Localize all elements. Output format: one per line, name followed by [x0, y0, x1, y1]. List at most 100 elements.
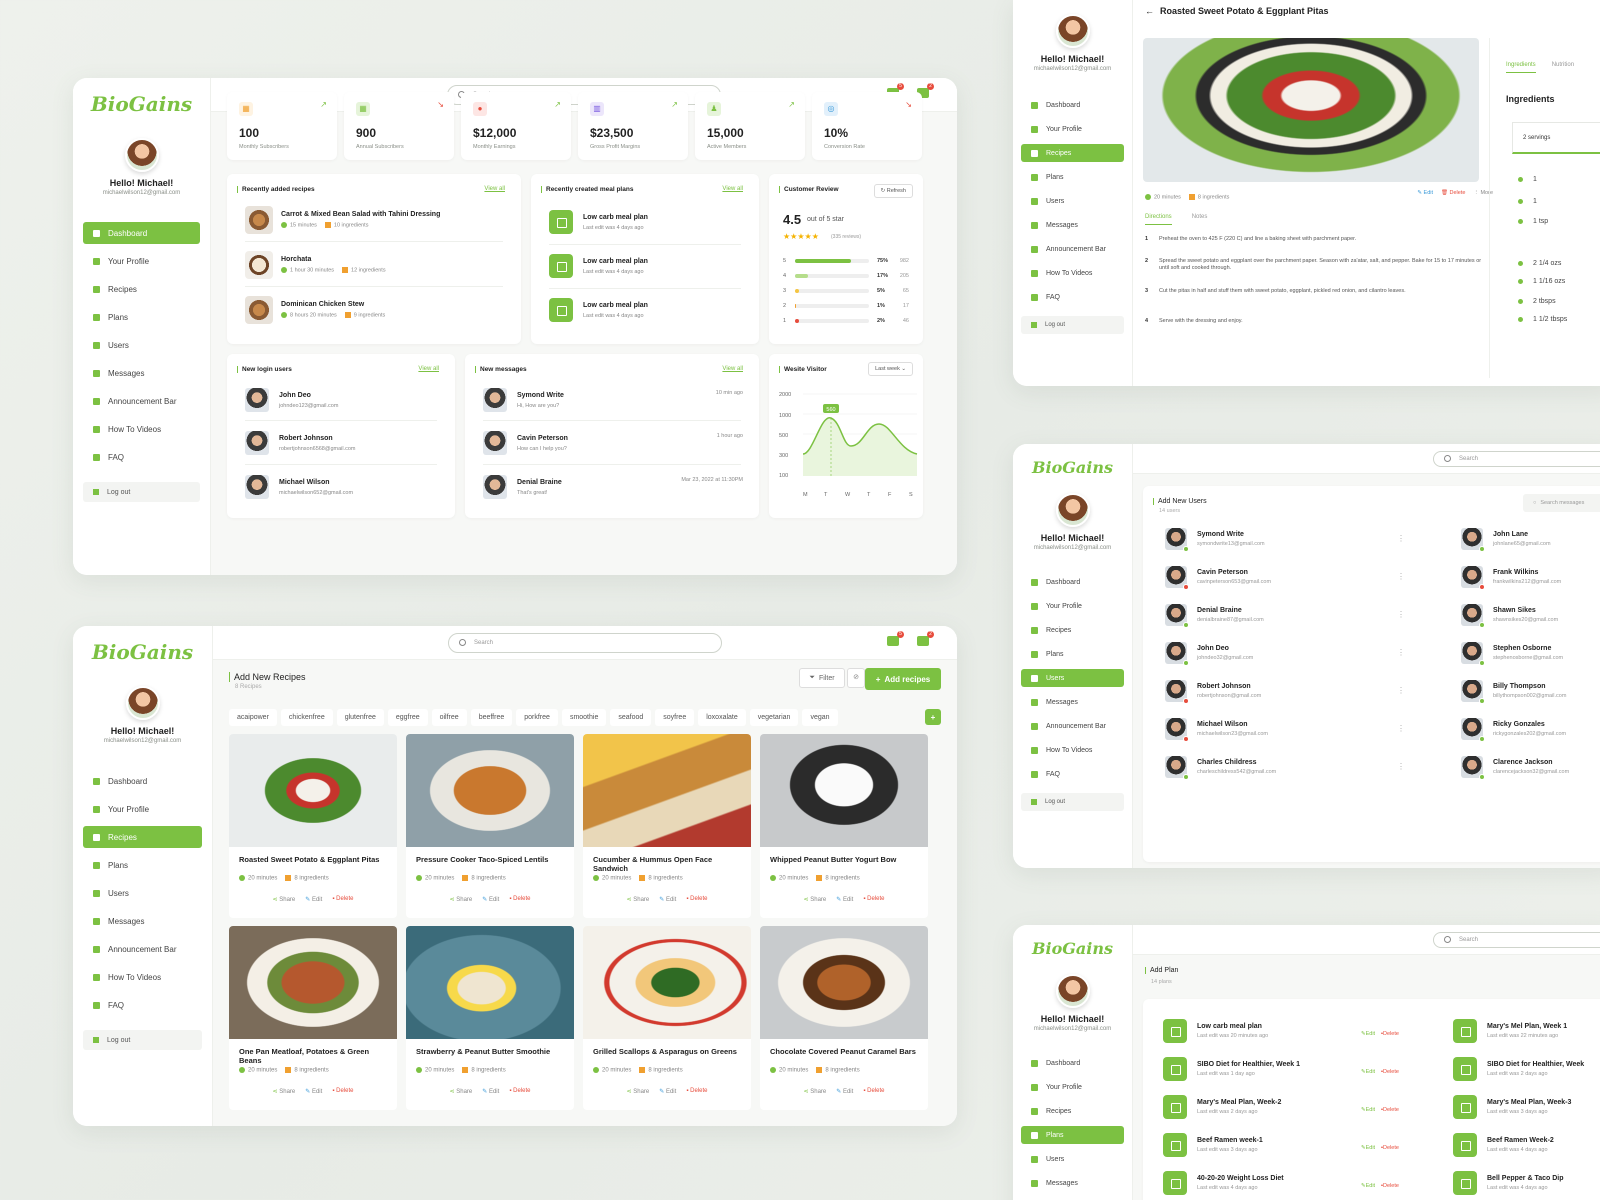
- delete-button[interactable]: ▪Delete: [1381, 1107, 1399, 1113]
- edit-button[interactable]: ✎ Edit: [836, 1088, 853, 1095]
- kebab-menu-icon[interactable]: ⋮: [1397, 762, 1405, 771]
- kebab-menu-icon[interactable]: ⋮: [1397, 724, 1405, 733]
- user-row[interactable]: Ricky Gonzales rickygonzales202@gmail.com: [1461, 718, 1566, 742]
- tag-chip[interactable]: acaipower: [229, 709, 277, 726]
- sidebar-item-dashboard[interactable]: Dashboard: [1021, 1054, 1124, 1072]
- user-row[interactable]: Stephen Osborne stephenosborne@gmail.com: [1461, 642, 1563, 666]
- plan-row[interactable]: Mary's Meal Plan, Week-3 Last edit was 3 …: [1453, 1095, 1571, 1119]
- tag-chip[interactable]: beeffree: [470, 709, 513, 726]
- avatar[interactable]: [125, 686, 160, 720]
- brand-logo[interactable]: BioGains: [73, 640, 212, 664]
- recipe-card[interactable]: Strawberry & Peanut Butter Smoothie 20 mi…: [406, 926, 574, 1110]
- list-item[interactable]: Low carb meal plan Last edit was 4 days a…: [549, 254, 648, 278]
- sidebar-item-recipes[interactable]: Recipes: [83, 826, 202, 848]
- sidebar-item-videos[interactable]: How To Videos: [83, 966, 202, 988]
- filter-button[interactable]: ⏷ Filter: [799, 668, 845, 688]
- sidebar-item-videos[interactable]: How To Videos: [83, 418, 200, 440]
- tag-chip[interactable]: eggfree: [387, 709, 428, 726]
- recipe-card[interactable]: One Pan Meatloaf, Potatoes & Green Beans…: [229, 926, 397, 1110]
- tag-chip[interactable]: glutenfree: [336, 709, 384, 726]
- back-title[interactable]: ← Roasted Sweet Potato & Eggplant Pitas: [1145, 6, 1329, 16]
- sidebar-item-messages[interactable]: Messages: [1021, 1174, 1124, 1192]
- share-button[interactable]: ⋖ Share: [450, 1088, 473, 1095]
- edit-button[interactable]: ✎Edit: [1361, 1183, 1375, 1189]
- brand-logo[interactable]: BioGains: [73, 92, 210, 116]
- list-item[interactable]: Denial Braine That's great! Mar 23, 2022 a…: [483, 475, 743, 499]
- sidebar-item-profile[interactable]: Your Profile: [83, 250, 200, 272]
- sidebar-item-profile[interactable]: Your Profile: [1021, 1078, 1124, 1096]
- sidebar-item-recipes[interactable]: Recipes: [1021, 1102, 1124, 1120]
- list-item[interactable]: Symond Write Hi, How are you? 10 min ago: [483, 388, 743, 412]
- user-row[interactable]: Cavin Peterson cavinpeterson653@gmail.com: [1165, 566, 1271, 590]
- clear-filter-button[interactable]: ⊘: [847, 668, 865, 688]
- recipe-card[interactable]: Grilled Scallops & Asparagus on Greens 20…: [583, 926, 751, 1110]
- delete-button[interactable]: ▪Delete: [1381, 1031, 1399, 1037]
- mail-icon[interactable]: 5: [887, 631, 904, 646]
- sidebar-item-users[interactable]: Users: [83, 334, 200, 356]
- share-button[interactable]: ⋖ Share: [627, 896, 650, 903]
- edit-button[interactable]: ✎ Edit: [659, 1088, 676, 1095]
- user-row[interactable]: Robert Johnson robertjohnson@gmail.com: [1165, 680, 1261, 704]
- add-recipes-button[interactable]: + Add recipes: [865, 668, 941, 690]
- sidebar-item-faq[interactable]: FAQ: [1021, 288, 1124, 306]
- sidebar-item-messages[interactable]: Messages: [1021, 216, 1124, 234]
- user-row[interactable]: Billy Thompson billythompson002@gmail.com: [1461, 680, 1566, 704]
- plan-row[interactable]: Mary's Mel Plan, Week 1 Last edit was 22 …: [1453, 1019, 1567, 1043]
- brand-logo[interactable]: BioGains: [1013, 939, 1132, 958]
- sidebar-item-announcement[interactable]: Announcement Bar: [1021, 717, 1124, 735]
- edit-button[interactable]: ✎Edit: [1361, 1107, 1375, 1113]
- user-row[interactable]: Michael Wilson michaelwilson23@gmail.com: [1165, 718, 1268, 742]
- list-item[interactable]: Low carb meal plan Last edit was 4 days a…: [549, 210, 648, 234]
- sidebar-item-plans[interactable]: Plans: [1021, 168, 1124, 186]
- user-row[interactable]: John Lane johnlane65@gmail.com: [1461, 528, 1551, 552]
- delete-button[interactable]: ▪Delete: [1381, 1069, 1399, 1075]
- user-row[interactable]: Shawn Sikes shawnsikes20@gmail.com: [1461, 604, 1558, 628]
- sidebar-item-recipes[interactable]: Recipes: [83, 278, 200, 300]
- sidebar-item-plans[interactable]: Plans: [83, 854, 202, 876]
- sidebar-item-announcement[interactable]: Announcement Bar: [83, 390, 200, 412]
- share-button[interactable]: ⋖ Share: [627, 1088, 650, 1095]
- plan-row[interactable]: Bell Pepper & Taco Dip Last edit was 4 da…: [1453, 1171, 1564, 1195]
- add-tag-button[interactable]: +: [925, 709, 941, 725]
- sidebar-item-recipes[interactable]: Recipes: [1021, 144, 1124, 162]
- delete-button[interactable]: ▪ Delete: [686, 896, 707, 903]
- tag-chip[interactable]: vegetarian: [749, 709, 799, 726]
- sidebar-item-profile[interactable]: Your Profile: [1021, 120, 1124, 138]
- recipe-card[interactable]: Whipped Peanut Butter Yogurt Bow 20 minut…: [760, 734, 928, 918]
- tab-nutrition[interactable]: Nutrition: [1552, 62, 1574, 73]
- edit-button[interactable]: ✎ Edit: [836, 896, 853, 903]
- sidebar-item-messages[interactable]: Messages: [83, 910, 202, 932]
- share-button[interactable]: ⋖ Share: [804, 1088, 827, 1095]
- sidebar-item-announcement[interactable]: Announcement Bar: [83, 938, 202, 960]
- brand-logo[interactable]: BioGains: [1013, 458, 1132, 477]
- delete-button[interactable]: ▪ Delete: [509, 896, 530, 903]
- avatar[interactable]: [1055, 14, 1090, 48]
- edit-button[interactable]: ✎Edit: [1361, 1145, 1375, 1151]
- view-all-link[interactable]: View all: [722, 366, 743, 372]
- sidebar-item-messages[interactable]: Messages: [83, 362, 200, 384]
- edit-button[interactable]: ✎ Edit: [305, 896, 322, 903]
- edit-button[interactable]: ✎ Edit: [482, 1088, 499, 1095]
- kebab-menu-icon[interactable]: ⋮: [1397, 610, 1405, 619]
- plan-row[interactable]: Low carb meal plan Last edit was 20 minut…: [1163, 1019, 1268, 1043]
- list-item[interactable]: Michael Wilson michaelwilson652@gmail.com: [245, 475, 353, 499]
- list-item[interactable]: Carrot & Mixed Bean Salad with Tahini Dr…: [245, 206, 440, 234]
- sidebar-item-profile[interactable]: Your Profile: [83, 798, 202, 820]
- sidebar-item-plans[interactable]: Plans: [1021, 1126, 1124, 1144]
- delete-button[interactable]: ▪ Delete: [509, 1088, 530, 1095]
- view-all-link[interactable]: View all: [484, 186, 505, 192]
- plan-row[interactable]: SIBO Diet for Healthier, Week Last edit w…: [1453, 1057, 1584, 1081]
- range-select[interactable]: Last week ⌄: [868, 362, 913, 376]
- sidebar-item-plans[interactable]: Plans: [83, 306, 200, 328]
- avatar[interactable]: [1055, 974, 1090, 1008]
- search-messages-input[interactable]: ○ Search messages: [1523, 494, 1600, 512]
- kebab-menu-icon[interactable]: ⋮: [1397, 572, 1405, 581]
- sidebar-item-faq[interactable]: FAQ: [83, 446, 200, 468]
- tag-chip[interactable]: loxoxalate: [698, 709, 746, 726]
- delete-button[interactable]: ▪ Delete: [686, 1088, 707, 1095]
- list-item[interactable]: Robert Johnson robertjohnson6568@gmail.co…: [245, 431, 356, 455]
- sidebar-item-dashboard[interactable]: Dashboard: [1021, 96, 1124, 114]
- servings-select[interactable]: 2 servings: [1512, 122, 1600, 154]
- tag-chip[interactable]: seafood: [610, 709, 652, 726]
- sidebar-item-messages[interactable]: Messages: [1021, 693, 1124, 711]
